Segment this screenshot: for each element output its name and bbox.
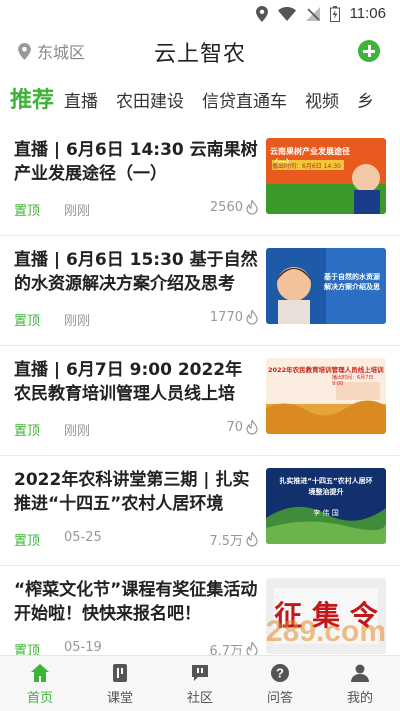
view-count: 2560 [210, 200, 258, 215]
item-time: 刚刚 [64, 314, 91, 329]
item-thumbnail: 2022年农民教育培训管理人员线上培训 播出时间：6月7日 9:00 [266, 358, 386, 434]
view-count-value: 7.5万 [209, 534, 243, 549]
flame-icon [246, 200, 258, 215]
tab-live[interactable]: 直播 [64, 87, 98, 120]
item-title: 直播 | 6月6日 15:30 基于自然的水资源解决方案介绍及思考 [14, 250, 258, 294]
item-title: 直播 | 6月6日 14:30 云南果树产业发展途径（一） [14, 140, 258, 184]
book-icon [113, 663, 127, 682]
thumbnail-title: 2022年农民教育培训管理人员线上培训 [268, 366, 384, 374]
question-icon: ? [271, 663, 289, 682]
item-title: 直播 | 6月7日 9:00 2022年农民教育培训管理人员线上培训... [14, 360, 243, 404]
nav-qa[interactable]: ? 问答 [240, 656, 320, 711]
flame-icon [246, 420, 258, 435]
nav-profile-label: 我的 [346, 690, 373, 706]
view-count-value: 1770 [209, 310, 243, 325]
item-thumbnail: 基于自然的水资源解决方案介绍及思 [266, 248, 386, 324]
status-bar: 11:06 [0, 0, 400, 28]
item-meta: 置顶 05-25 7.5万 [14, 530, 258, 550]
flame-icon [246, 310, 258, 325]
thumbnail-subtitle: 播出时间：6月7日 9:00 [332, 375, 374, 387]
item-time: 05-25 [64, 530, 102, 545]
svg-text:?: ? [276, 665, 284, 680]
thumbnail-subtitle: 播出时间：6月6日 14:30 [272, 163, 341, 170]
item-title: “榨菜文化节”课程有奖征集活动开始啦！快快来报名吧！ [14, 580, 258, 624]
nav-home[interactable]: 首页 [0, 656, 80, 711]
tab-recommend[interactable]: 推荐 [10, 82, 54, 120]
tab-farmland[interactable]: 农田建设 [116, 87, 184, 120]
item-meta: 置顶 刚刚 70 [14, 420, 258, 440]
battery-icon [329, 5, 340, 22]
category-tabs: 推荐 直播 农田建设 信贷直通车 视频 乡 [0, 82, 400, 120]
user-icon [351, 664, 369, 682]
list-item[interactable]: 直播 | 6月7日 9:00 2022年农民教育培训管理人员线上培训... 置顶… [0, 346, 400, 456]
nav-community[interactable]: 社区 [160, 656, 240, 711]
tab-video[interactable]: 视频 [305, 87, 339, 120]
view-count-value: 70 [226, 420, 243, 435]
item-meta: 置顶 刚刚 1770 [14, 310, 258, 330]
nav-qa-label: 问答 [266, 690, 293, 706]
thumbnail-title: 征 集 令 [274, 599, 378, 632]
item-thumbnail: 云南果树产业发展途径（一） 播出时间：6月6日 14:30 [266, 138, 386, 214]
home-icon [31, 663, 49, 682]
item-meta: 置顶 刚刚 2560 [14, 200, 258, 220]
nav-home-label: 首页 [26, 690, 53, 706]
list-item[interactable]: 2022年农科讲堂第三期 | 扎实推进“十四五”农村人居环境整... 置顶 05… [0, 456, 400, 566]
view-count-value: 2560 [209, 200, 243, 215]
nav-community-label: 社区 [186, 690, 213, 706]
pinned-badge: 置顶 [14, 314, 41, 329]
view-count: 7.5万 [209, 530, 258, 549]
view-count: 70 [226, 420, 258, 435]
app-title: 云上智农 [153, 42, 246, 67]
app-header: 东城区 云上智农 [0, 28, 400, 74]
item-time: 05-19 [64, 640, 102, 655]
item-time: 刚刚 [64, 424, 91, 439]
thumbnail-title: 扎实推进“十四五”农村人居环境整治提升 [279, 477, 373, 496]
item-thumbnail: 扎实推进“十四五”农村人居环境整治提升 李 伟 国 [266, 468, 386, 544]
flame-icon [246, 532, 258, 547]
nav-classroom-label: 课堂 [106, 690, 133, 706]
wifi-icon [277, 6, 296, 21]
pinned-badge: 置顶 [14, 534, 41, 549]
status-time: 11:06 [349, 5, 386, 22]
view-count: 1770 [210, 310, 258, 325]
thumbnail-subtitle: 李 伟 国 [313, 509, 339, 517]
item-thumbnail: 征 集 令 [266, 578, 386, 654]
pinned-badge: 置顶 [14, 204, 41, 219]
pinned-badge: 置顶 [14, 424, 41, 439]
location-status-icon [255, 5, 268, 22]
tab-rural[interactable]: 乡 [357, 87, 374, 120]
item-title: 2022年农科讲堂第三期 | 扎实推进“十四五”农村人居环境整... [14, 470, 250, 514]
nav-classroom[interactable]: 课堂 [80, 656, 160, 711]
status-icons: 11:06 [255, 5, 386, 22]
chat-icon [192, 664, 208, 681]
list-item[interactable]: 直播 | 6月6日 14:30 云南果树产业发展途径（一） 置顶 刚刚 2560… [0, 126, 400, 236]
bottom-nav: 首页 课堂 社区 ? 问答 我的 [0, 655, 400, 711]
nav-profile[interactable]: 我的 [320, 656, 400, 711]
item-time: 刚刚 [64, 204, 91, 219]
feed-list: 直播 | 6月6日 14:30 云南果树产业发展途径（一） 置顶 刚刚 2560… [0, 126, 400, 676]
add-button[interactable] [358, 40, 380, 62]
tab-credit[interactable]: 信贷直通车 [202, 87, 287, 120]
list-item[interactable]: 直播 | 6月6日 15:30 基于自然的水资源解决方案介绍及思考 置顶 刚刚 … [0, 236, 400, 346]
no-signal-icon [305, 6, 320, 21]
thumbnail-title: 基于自然的水资源解决方案介绍及思 [324, 273, 380, 291]
